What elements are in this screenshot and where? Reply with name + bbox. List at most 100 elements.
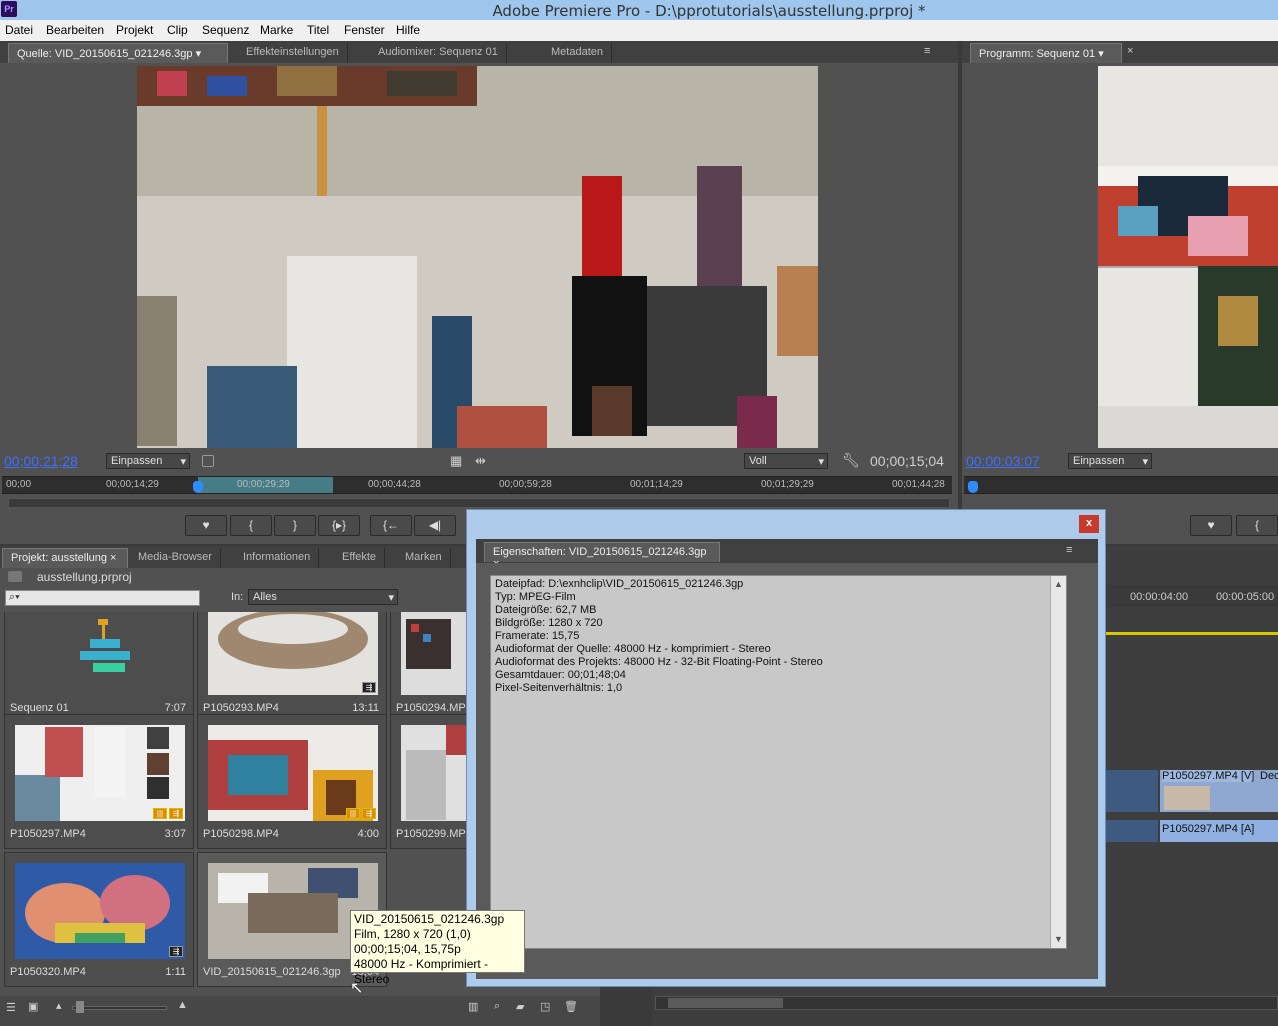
timeline-ruler[interactable]: 00:00:04:00 00:00:05:00	[1106, 585, 1278, 607]
source-quality-value: Voll	[749, 455, 767, 467]
tab-info[interactable]: Informationen	[235, 548, 320, 568]
automate-sequence-icon[interactable]: ▥	[468, 1000, 478, 1013]
item-name: P1050297.MP4	[10, 828, 86, 840]
list-item[interactable]: ||| ⇶ P1050298.MP4 4:00	[197, 714, 387, 849]
search-icon[interactable]: ⌕▾	[9, 591, 20, 603]
go-to-in-button[interactable]: {←	[370, 515, 412, 536]
timeline-clip-video[interactable]: P1050297.MP4 [V] Dec	[1160, 770, 1278, 812]
tooltip-line: VID_20150615_021246.3gp	[354, 912, 505, 926]
playhead-icon[interactable]	[968, 481, 978, 493]
find-icon[interactable]: ⌕	[494, 1000, 500, 1013]
zoom-out-icon[interactable]: ▴	[56, 999, 62, 1012]
trash-icon[interactable]: 🗑︎	[564, 1000, 578, 1013]
list-view-icon[interactable]: ☰	[6, 1001, 16, 1014]
close-icon[interactable]: ×	[1127, 45, 1133, 57]
icon-view-icon[interactable]: ▣	[28, 1000, 38, 1013]
tab-metadata[interactable]: Metadaten	[543, 43, 612, 63]
chevron-down-icon: ▾	[388, 592, 394, 604]
chevron-down-icon: ▾	[180, 456, 186, 468]
scroll-up-icon[interactable]: ▲	[1054, 578, 1063, 591]
mark-out-button[interactable]: }	[274, 515, 316, 536]
source-timecode[interactable]: 00;00;21;28	[4, 453, 78, 469]
wrench-icon[interactable]: 🔧︎	[842, 452, 860, 469]
menu-marke[interactable]: Marke	[260, 23, 293, 37]
zoom-slider-handle[interactable]	[76, 1001, 84, 1013]
clip-thumbnail	[15, 725, 185, 821]
clip-label: P1050297.MP4 [V]	[1162, 770, 1255, 782]
new-item-icon[interactable]: ◳	[540, 1000, 550, 1013]
ruler-tick-label: 00;00;29;29	[237, 479, 290, 490]
tab-project[interactable]: Projekt: ausstellung ×	[2, 548, 128, 568]
property-line: Pixel-Seitenverhältnis: 1,0	[495, 682, 623, 694]
clip-thumbnail	[208, 725, 378, 821]
program-video-frame	[1098, 66, 1278, 448]
list-item[interactable]: ||| ⇶ P1050297.MP4 3:07	[4, 714, 194, 849]
mark-in-button[interactable]: {	[230, 515, 272, 536]
source-zoom-select[interactable]: Einpassen ▾	[106, 453, 190, 469]
close-button[interactable]: x	[1079, 515, 1099, 533]
list-item[interactable]: P1050294.MP4	[390, 612, 466, 723]
search-input[interactable]: ⌕▾	[5, 590, 200, 606]
list-item[interactable]: ⇶ P1050320.MP4 1:11	[4, 852, 194, 987]
clip-thumbnail	[401, 612, 466, 695]
tab-media-browser[interactable]: Media-Browser	[130, 548, 221, 568]
properties-scrollbar[interactable]: ▲ ▼	[1050, 576, 1066, 948]
tab-effects[interactable]: Effekte	[334, 548, 386, 568]
chevron-down-icon[interactable]: ▾	[196, 48, 202, 60]
timeline-clip-audio[interactable]: P1050297.MP4 [A]	[1160, 820, 1278, 842]
tab-audio-mixer[interactable]: Audiomixer: Sequenz 01	[370, 43, 507, 63]
menu-projekt[interactable]: Projekt	[116, 23, 153, 37]
timeline-scrollbar[interactable]	[655, 996, 1278, 1010]
new-bin-icon[interactable]: ▰	[516, 1000, 524, 1013]
scrollbar-thumb[interactable]	[668, 998, 783, 1008]
menu-fenster[interactable]: Fenster	[344, 23, 385, 37]
program-zoom-select[interactable]: Einpassen ▾	[1068, 453, 1152, 469]
list-item[interactable]: ⇶ P1050293.MP4 13:11	[197, 612, 387, 723]
zoom-in-icon[interactable]: ▲	[177, 999, 188, 1011]
scroll-down-icon[interactable]: ▼	[1054, 933, 1063, 946]
source-video-image	[137, 66, 818, 448]
zoom-scrollbar[interactable]	[8, 498, 950, 508]
tab-properties[interactable]: Eigenschaften: VID_20150615_021246.3gp ×	[484, 542, 720, 570]
audio-video-badge-icon: ⇶	[169, 946, 183, 957]
property-line: Dateigröße: 62,7 MB	[495, 604, 597, 616]
menu-bearbeiten[interactable]: Bearbeiten	[46, 23, 104, 37]
tab-markers[interactable]: Marken	[397, 548, 451, 568]
program-time-ruler[interactable]	[964, 476, 1278, 494]
panel-menu-icon[interactable]: ≡	[924, 45, 930, 57]
timeline-clip-prev[interactable]	[1106, 770, 1158, 812]
list-item[interactable]: Sequenz 01 7:07	[4, 612, 194, 723]
menu-clip[interactable]: Clip	[167, 23, 188, 37]
output-icon[interactable]: ⇹	[475, 453, 486, 469]
list-item[interactable]: P1050299.MP4	[390, 714, 466, 849]
playhead-icon[interactable]	[193, 481, 203, 493]
properties-tab-bar: Eigenschaften: VID_20150615_021246.3gp ×…	[476, 539, 1098, 570]
mark-clip-button[interactable]: {▸}	[318, 515, 360, 536]
work-area-bar[interactable]	[1106, 632, 1278, 635]
menu-sequenz[interactable]: Sequenz	[202, 23, 249, 37]
menu-titel[interactable]: Titel	[307, 23, 329, 37]
program-timecode[interactable]: 00:00:03:07	[966, 453, 1040, 469]
menu-hilfe[interactable]: Hilfe	[396, 23, 420, 37]
panel-menu-icon[interactable]: ≡	[1066, 544, 1072, 556]
source-quality-select[interactable]: Voll ▾	[744, 453, 828, 469]
source-time-ruler[interactable]: 00;00 00;00;14;29 00;00;29;29 00;00;44;2…	[2, 476, 952, 494]
property-line: Bildgröße: 1280 x 720	[495, 617, 603, 629]
export-frame-icon[interactable]: ▦	[450, 453, 462, 469]
timeline-audio-prev[interactable]	[1106, 820, 1158, 842]
step-back-button[interactable]: ◀|	[414, 515, 456, 536]
in-filter-select[interactable]: Alles ▾	[248, 589, 398, 605]
tab-source[interactable]: Quelle: VID_20150615_021246.3gp ▾	[8, 43, 228, 63]
item-name: P1050299.MP4	[396, 828, 466, 840]
program-mark-in-button[interactable]: {	[1236, 515, 1278, 536]
menu-datei[interactable]: Datei	[5, 23, 33, 37]
program-add-marker-button[interactable]: ♥	[1190, 515, 1232, 536]
ruler-tick-label: 00;01;29;29	[761, 479, 814, 490]
safe-margins-icon[interactable]	[202, 455, 214, 467]
zoom-slider[interactable]	[72, 1006, 167, 1010]
item-duration: 13:11	[352, 702, 379, 714]
tab-program[interactable]: Programm: Sequenz 01 ▾	[970, 43, 1122, 63]
add-marker-button[interactable]: ♥	[185, 515, 227, 536]
program-video-image	[1098, 66, 1278, 448]
tab-effect-controls[interactable]: Effekteinstellungen	[238, 43, 348, 63]
